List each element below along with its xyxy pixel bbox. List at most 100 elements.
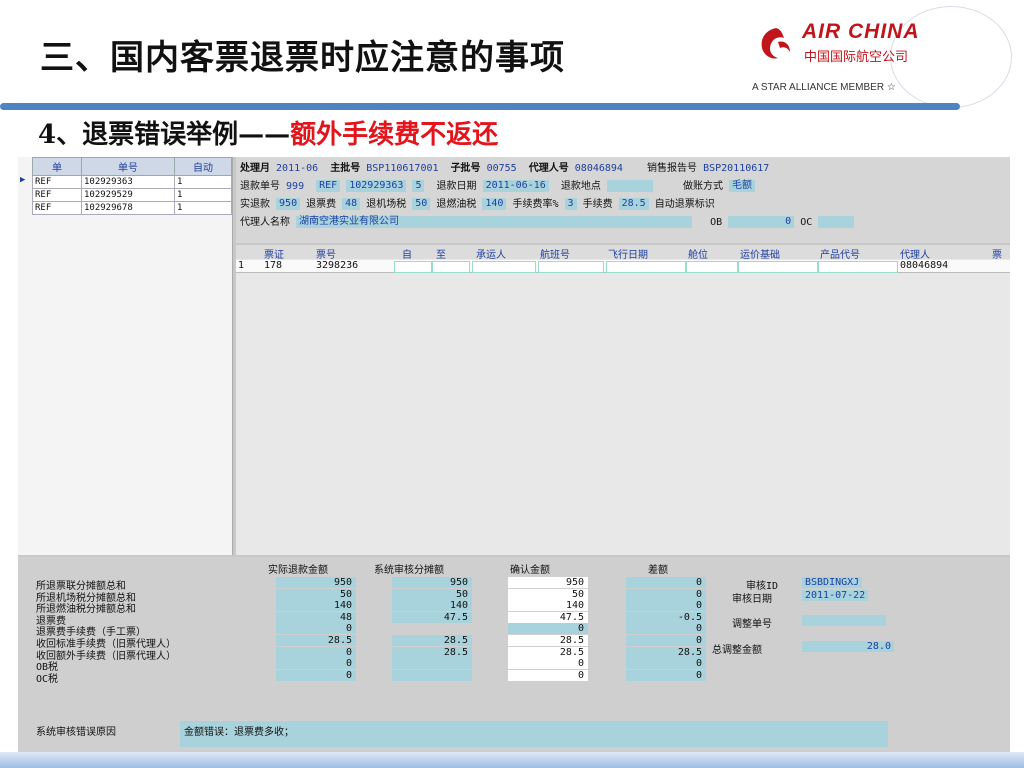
cell-fare-basis[interactable] [738, 261, 818, 273]
audit-id-field[interactable]: BSBDINGXJ [802, 577, 863, 588]
col-header-auto[interactable]: 自动 [174, 157, 232, 176]
cell-flight-date[interactable] [606, 261, 686, 273]
summary-diff-field[interactable]: 0 [626, 600, 706, 612]
summary-system-field[interactable]: 140 [392, 600, 472, 612]
summary-system-field[interactable]: 28.5 [392, 635, 472, 646]
col-header-fare-basis[interactable]: 运价基础 [740, 246, 780, 261]
refund-place-field[interactable] [606, 180, 653, 192]
summary-actual-field[interactable]: 0 [276, 646, 356, 658]
cell-ticket: 3298236 [316, 260, 359, 271]
summary-actual-field[interactable]: 140 [276, 600, 356, 612]
summary-confirm-field[interactable]: 50 [508, 588, 588, 600]
summary-system-field[interactable]: 47.5 [392, 611, 472, 623]
ob-label: OB [710, 217, 723, 228]
summary-system-field[interactable] [392, 669, 472, 681]
summary-diff-field[interactable]: 0 [626, 669, 706, 681]
cell-to[interactable] [432, 261, 470, 273]
ref-count-field[interactable]: 5 [412, 180, 425, 192]
airport-tax-field[interactable]: 50 [412, 198, 431, 210]
refund-list-panel: ▶ 单 单号 自动 REF 102929363 1 REF 102929529 … [18, 157, 233, 555]
table-row[interactable]: 1 178 3298236 08046894 [236, 260, 1010, 273]
col-header-system: 系统审核分摊额 [374, 565, 444, 576]
refund-date-label: 退款日期 [436, 181, 477, 192]
account-method-field[interactable]: 毛额 [729, 180, 755, 192]
adjust-no-field[interactable] [802, 615, 886, 626]
summary-confirm-field[interactable]: 0 [508, 658, 588, 670]
amount-summary-panel: 实际退款金额 系统审核分摊额 确认金额 差额 所退票联分摊额总和 950 950 95… [18, 557, 1010, 752]
summary-diff-field[interactable]: 0 [626, 577, 706, 588]
summary-diff-field[interactable]: 0 [626, 658, 706, 670]
total-adjust-field[interactable]: 28.0 [802, 641, 894, 652]
summary-diff-field[interactable]: 28.5 [626, 646, 706, 658]
cell-product[interactable] [818, 261, 898, 273]
account-method-label: 做账方式 [682, 181, 723, 192]
summary-confirm-field[interactable]: 950 [508, 577, 588, 588]
summary-system-field[interactable]: 950 [392, 577, 472, 588]
sub-batch-value[interactable]: 00755 [487, 161, 517, 177]
summary-actual-field[interactable]: 0 [276, 669, 356, 681]
summary-system-field[interactable]: 28.5 [392, 646, 472, 658]
summary-diff-field[interactable]: 0 [626, 635, 706, 646]
col-header-flight-date[interactable]: 飞行日期 [608, 246, 648, 261]
col-header-ticket-2[interactable]: 票 [992, 246, 1002, 261]
summary-system-field[interactable]: 50 [392, 588, 472, 600]
refund-date-field[interactable]: 2011-06-16 [482, 180, 549, 192]
cell-type: REF [32, 188, 82, 202]
summary-confirm-field[interactable]: 47.5 [508, 611, 588, 623]
ob-field[interactable]: 0 [728, 216, 795, 228]
summary-system-field[interactable] [392, 623, 472, 634]
summary-actual-field[interactable]: 28.5 [276, 635, 356, 646]
summary-confirm-field[interactable]: 0 [508, 623, 588, 635]
summary-diff-field[interactable]: 0 [626, 623, 706, 635]
col-header-cabin[interactable]: 舱位 [688, 246, 708, 261]
summary-actual-field[interactable]: 950 [276, 577, 356, 588]
refund-no-value[interactable]: 999 [286, 179, 304, 195]
summary-system-field[interactable] [392, 658, 472, 670]
sales-report-value[interactable]: BSP20110617 [703, 161, 769, 177]
summary-actual-field[interactable]: 48 [276, 611, 356, 623]
actual-refund-field[interactable]: 950 [276, 198, 301, 210]
main-batch-value[interactable]: BSP110617001 [366, 161, 438, 177]
oc-field[interactable] [818, 216, 855, 228]
process-month-value[interactable]: 2011-06 [276, 161, 318, 177]
summary-confirm-field[interactable]: 0 [508, 669, 588, 681]
error-reason-field[interactable]: 金额错误：退票费多收； [180, 721, 888, 747]
cell-from[interactable] [394, 261, 432, 273]
summary-diff-field[interactable]: 0 [626, 588, 706, 600]
fee-rate-field[interactable]: 3 [564, 198, 577, 210]
agent-name-field[interactable]: 湖南空港实业有限公司 [296, 216, 693, 228]
summary-actual-field[interactable]: 0 [276, 623, 356, 635]
summary-confirm-field[interactable]: 28.5 [508, 646, 588, 658]
col-header-coupon[interactable]: 票证 [264, 246, 284, 261]
ref-type-field[interactable]: REF [316, 180, 341, 192]
summary-diff-field[interactable]: -0.5 [626, 611, 706, 623]
col-header-carrier[interactable]: 承运人 [476, 246, 506, 261]
cell-cabin[interactable] [686, 261, 738, 273]
col-header-product[interactable]: 产品代号 [820, 246, 860, 261]
col-header-from[interactable]: 自 [402, 246, 412, 261]
col-header-ticket[interactable]: 票号 [316, 246, 336, 261]
col-header-number[interactable]: 单号 [81, 157, 175, 176]
summary-actual-field[interactable]: 0 [276, 658, 356, 670]
col-header-to[interactable]: 至 [436, 246, 446, 261]
table-row[interactable]: REF 102929529 1 [32, 188, 232, 202]
summary-confirm-field[interactable]: 140 [508, 600, 588, 612]
slide-title: 三、国内客票退票时应注意的事项 [40, 38, 565, 78]
agent-no-value[interactable]: 08046894 [575, 161, 623, 177]
col-header-agent[interactable]: 代理人 [900, 246, 930, 261]
table-row[interactable]: REF 102929363 1 [32, 175, 232, 189]
fee-field[interactable]: 28.5 [618, 198, 649, 210]
table-row[interactable]: REF 102929678 1 [32, 201, 232, 215]
header-row-4: 代理人名称 湖南空港实业有限公司 OB 0 OC [240, 215, 855, 231]
summary-confirm-field[interactable]: 28.5 [508, 635, 588, 646]
summary-row-label: OC税 [36, 673, 59, 685]
audit-date-field[interactable]: 2011-07-22 [802, 590, 869, 601]
fuel-tax-field[interactable]: 140 [482, 198, 507, 210]
cell-carrier[interactable] [472, 261, 536, 273]
col-header-type[interactable]: 单 [32, 157, 82, 176]
summary-actual-field[interactable]: 50 [276, 588, 356, 600]
col-header-flight[interactable]: 航班号 [540, 246, 570, 261]
cell-flight[interactable] [538, 261, 604, 273]
ref-number-field[interactable]: 102929363 [346, 180, 407, 192]
refund-fee-field[interactable]: 48 [342, 198, 361, 210]
